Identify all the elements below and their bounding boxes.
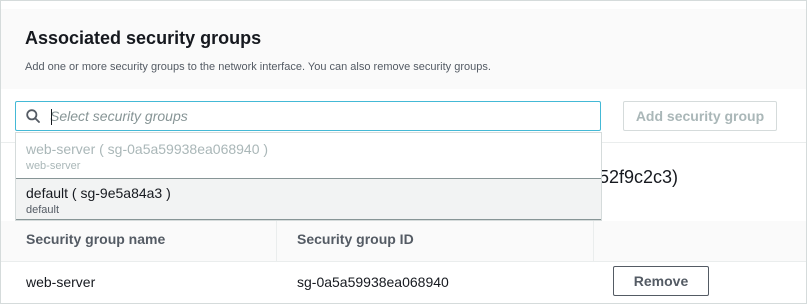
table-row: web-server sg-0a5a59938ea068940 Remove: [1, 262, 806, 303]
option-description: web-server: [26, 160, 81, 172]
panel-description: Add one or more security groups to the n…: [25, 61, 491, 73]
security-group-dropdown[interactable]: web-server ( sg-0a5a59938ea068940 ) web-…: [15, 132, 602, 221]
option-label: default ( sg-9e5a84a3 ): [26, 185, 171, 201]
security-group-id-cell: sg-0a5a59938ea068940: [297, 274, 449, 290]
column-divider: [593, 221, 594, 261]
dropdown-option-default[interactable]: default ( sg-9e5a84a3 ) default: [16, 178, 601, 220]
column-header-name: Security group name: [26, 231, 166, 247]
remove-button[interactable]: Remove: [613, 266, 709, 296]
security-group-search[interactable]: [15, 101, 601, 131]
dropdown-option-web-server: web-server ( sg-0a5a59938ea068940 ) web-…: [16, 133, 601, 178]
option-label: web-server ( sg-0a5a59938ea068940 ): [26, 141, 269, 157]
column-header-id: Security group ID: [297, 231, 414, 247]
security-group-name-cell: web-server: [26, 274, 96, 290]
search-input[interactable]: [50, 104, 590, 128]
security-groups-panel: Associated security groups Add one or mo…: [0, 0, 807, 304]
panel-title: Associated security groups: [25, 28, 262, 48]
column-divider: [276, 221, 277, 261]
panel-header: Associated security groups Add one or mo…: [1, 9, 806, 89]
table-header: Security group name Security group ID: [1, 221, 806, 262]
text-cursor: [51, 109, 52, 125]
search-icon: [26, 109, 40, 123]
option-description: default: [26, 204, 60, 216]
obscured-group-id: 52f9c2c3): [599, 167, 679, 187]
add-security-group-button[interactable]: Add security group: [623, 101, 777, 131]
